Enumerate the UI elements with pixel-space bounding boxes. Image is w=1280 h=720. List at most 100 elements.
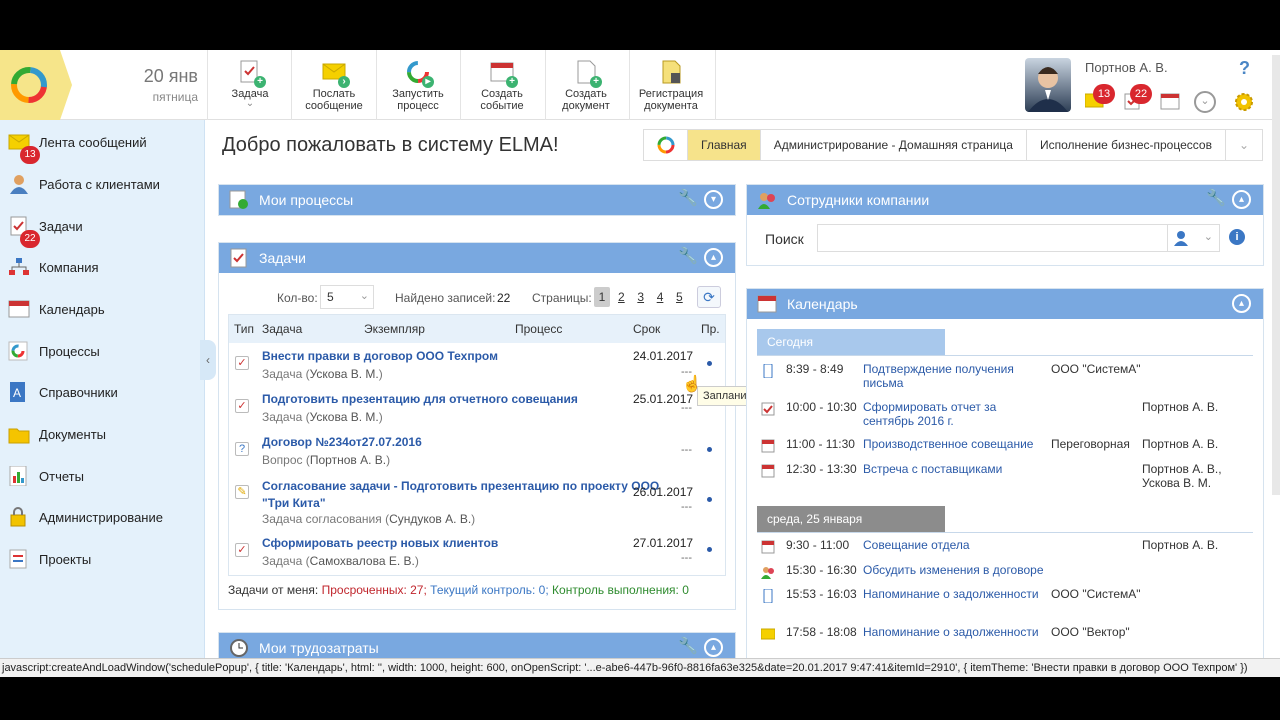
- phone-icon: [761, 363, 775, 379]
- chevron-up-icon[interactable]: ▴: [704, 248, 723, 267]
- scrollbar[interactable]: [1272, 55, 1280, 495]
- task-person-link[interactable]: Ускова В. М.: [310, 410, 379, 424]
- page-5[interactable]: 5: [671, 287, 687, 307]
- sidebar-item-messages[interactable]: 13 Лента сообщений: [0, 122, 205, 164]
- catalogs-icon: A: [8, 382, 30, 402]
- tab-admin-home[interactable]: Администрирование - Домашняя страница: [761, 130, 1027, 160]
- task-kind-close: ): [378, 410, 383, 424]
- event-title-link[interactable]: Встреча с поставщиками: [863, 462, 1043, 476]
- event-title-link[interactable]: Подтверждение получения письма: [863, 362, 1043, 390]
- employee-search-input[interactable]: ⌄: [817, 224, 1220, 252]
- messages-badge: 13: [20, 146, 40, 164]
- event-title-link[interactable]: Напоминание о задолженности: [863, 625, 1043, 639]
- tabs-more-chevron-icon[interactable]: ⌄: [1226, 130, 1262, 160]
- event-title-link[interactable]: Обсудить изменения в договоре: [863, 563, 1143, 577]
- calendar-icon[interactable]: [1160, 92, 1180, 110]
- sidebar-item-admin[interactable]: Администрирование: [0, 497, 205, 537]
- wrench-icon[interactable]: 🔧: [1206, 190, 1226, 208]
- task-title-link[interactable]: Согласование задачи - Подготовить презен…: [262, 478, 662, 512]
- page-2[interactable]: 2: [613, 287, 629, 307]
- create-document-button[interactable]: + Создать документ: [546, 56, 626, 116]
- event-title-link[interactable]: Производственное совещание: [863, 437, 1043, 451]
- chevron-down-icon[interactable]: ⌄: [210, 99, 290, 109]
- task-kind: Задача (: [262, 554, 310, 568]
- new-task-button[interactable]: + Задача ⌄: [210, 56, 290, 116]
- task-person-link[interactable]: Портнов А. В.: [310, 453, 386, 467]
- sidebar-item-label: Справочники: [39, 385, 118, 400]
- column-header[interactable]: Тип: [234, 315, 254, 343]
- chevron-down-icon[interactable]: ▾: [704, 190, 723, 209]
- sidebar-item-projects[interactable]: Проекты: [0, 539, 205, 579]
- sidebar-collapse-button[interactable]: ‹: [200, 340, 216, 380]
- column-header[interactable]: Срок: [633, 315, 660, 343]
- current-control-link[interactable]: Текущий контроль: 0;: [430, 583, 549, 597]
- chevron-up-icon[interactable]: ▴: [1232, 294, 1251, 313]
- chevron-down-icon: ⌄: [359, 290, 369, 302]
- tab-main[interactable]: Главная: [688, 130, 761, 160]
- completion-control-link[interactable]: Контроль выполнения: 0: [552, 583, 689, 597]
- info-icon[interactable]: i: [1229, 229, 1245, 245]
- page-4[interactable]: 4: [652, 287, 668, 307]
- refresh-icon[interactable]: ⟳: [697, 286, 721, 308]
- task-title-link[interactable]: Внести правки в договор ООО Техпром: [262, 349, 662, 363]
- table-row[interactable]: ? Договор №234от27.07.2016 Вопрос (Портн…: [229, 430, 725, 473]
- wrench-icon[interactable]: 🔧: [678, 638, 698, 656]
- sidebar-item-calendar[interactable]: Календарь: [0, 289, 205, 329]
- column-header[interactable]: Пр.: [701, 315, 720, 343]
- sidebar-item-reports[interactable]: Отчеты: [0, 456, 205, 496]
- document-icon: +: [572, 58, 602, 88]
- task-title-link[interactable]: Договор №234от27.07.2016: [262, 435, 662, 449]
- sidebar-item-clients[interactable]: Работа с клиентами: [0, 164, 205, 204]
- event-title-link[interactable]: Сформировать отчет за сентябрь 2016 г.: [863, 400, 1043, 428]
- sidebar-item-documents[interactable]: Документы: [0, 414, 205, 454]
- event-title-link[interactable]: Напоминание о задолженности: [863, 587, 1043, 601]
- current-date: 20 янв пятница: [80, 66, 198, 104]
- table-row[interactable]: ✓ Подготовить презентацию для отчетного …: [229, 387, 725, 430]
- event-title-link[interactable]: Совещание отдела: [863, 538, 1043, 552]
- chevron-down-icon[interactable]: ⌄: [1204, 230, 1213, 243]
- elma-logo[interactable]: [0, 50, 72, 120]
- start-process-button[interactable]: ▸ Запустить процесс: [378, 56, 458, 116]
- chevron-up-icon[interactable]: ▴: [704, 638, 723, 657]
- overdue-link[interactable]: Просроченных: 27;: [322, 583, 427, 597]
- task-person-link[interactable]: Самохвалова Е. В.: [310, 554, 415, 568]
- table-row[interactable]: ✓ Внести правки в договор ООО Техпром За…: [229, 344, 725, 387]
- divider: [757, 355, 1253, 356]
- table-row[interactable]: ✎ Согласование задачи - Подготовить през…: [229, 473, 725, 530]
- table-row[interactable]: ✓ Сформировать реестр новых клиентов Зад…: [229, 531, 725, 574]
- user-name[interactable]: Портнов А. В.: [1085, 60, 1168, 75]
- send-message-button[interactable]: › Послать сообщение: [294, 56, 374, 116]
- panel-title: Задачи: [259, 250, 307, 266]
- chevron-up-icon[interactable]: ▴: [1232, 190, 1251, 209]
- avatar[interactable]: [1025, 58, 1071, 112]
- user-picker-icon[interactable]: [1167, 225, 1193, 251]
- column-header[interactable]: Процесс: [515, 315, 562, 343]
- page-1[interactable]: 1: [594, 287, 610, 307]
- panel-header: Мои процессы 🔧 ▾: [219, 185, 735, 215]
- task-title-link[interactable]: Подготовить презентацию для отчетного со…: [262, 392, 662, 406]
- user-menu-chevron-icon[interactable]: ⌄: [1194, 91, 1216, 113]
- event-icon: +: [488, 58, 518, 88]
- sidebar-item-processes[interactable]: Процессы: [0, 331, 205, 371]
- hand-cursor-icon: ☝: [682, 376, 702, 393]
- create-event-button[interactable]: + Создать событие: [462, 56, 542, 116]
- task-person-link[interactable]: Сундуков А. В.: [389, 512, 471, 526]
- sidebar-item-company[interactable]: Компания: [0, 247, 205, 287]
- column-header[interactable]: Экземпляр: [364, 315, 425, 343]
- tab-logo[interactable]: [644, 130, 688, 160]
- column-header[interactable]: Задача: [262, 315, 302, 343]
- register-document-button[interactable]: Регистрация документа: [631, 56, 711, 116]
- count-select[interactable]: 5 ⌄: [320, 285, 374, 309]
- wrench-icon[interactable]: 🔧: [678, 190, 698, 208]
- page-3[interactable]: 3: [633, 287, 649, 307]
- wrench-icon[interactable]: 🔧: [678, 248, 698, 266]
- task-title-link[interactable]: Сформировать реестр новых клиентов: [262, 536, 662, 550]
- sidebar-item-tasks[interactable]: 22 Задачи: [0, 206, 205, 248]
- sidebar-item-catalogs[interactable]: A Справочники: [0, 372, 205, 412]
- messages-badge: 13: [1093, 84, 1115, 104]
- task-person-link[interactable]: Ускова В. М.: [310, 367, 379, 381]
- tab-bp-execution[interactable]: Исполнение бизнес-процессов: [1027, 130, 1226, 160]
- help-icon[interactable]: ?: [1239, 58, 1250, 79]
- settings-gear-icon[interactable]: [1234, 92, 1254, 112]
- tasks-table: Тип Задача Экземпляр Процесс Срок Пр. ✓ …: [228, 314, 726, 576]
